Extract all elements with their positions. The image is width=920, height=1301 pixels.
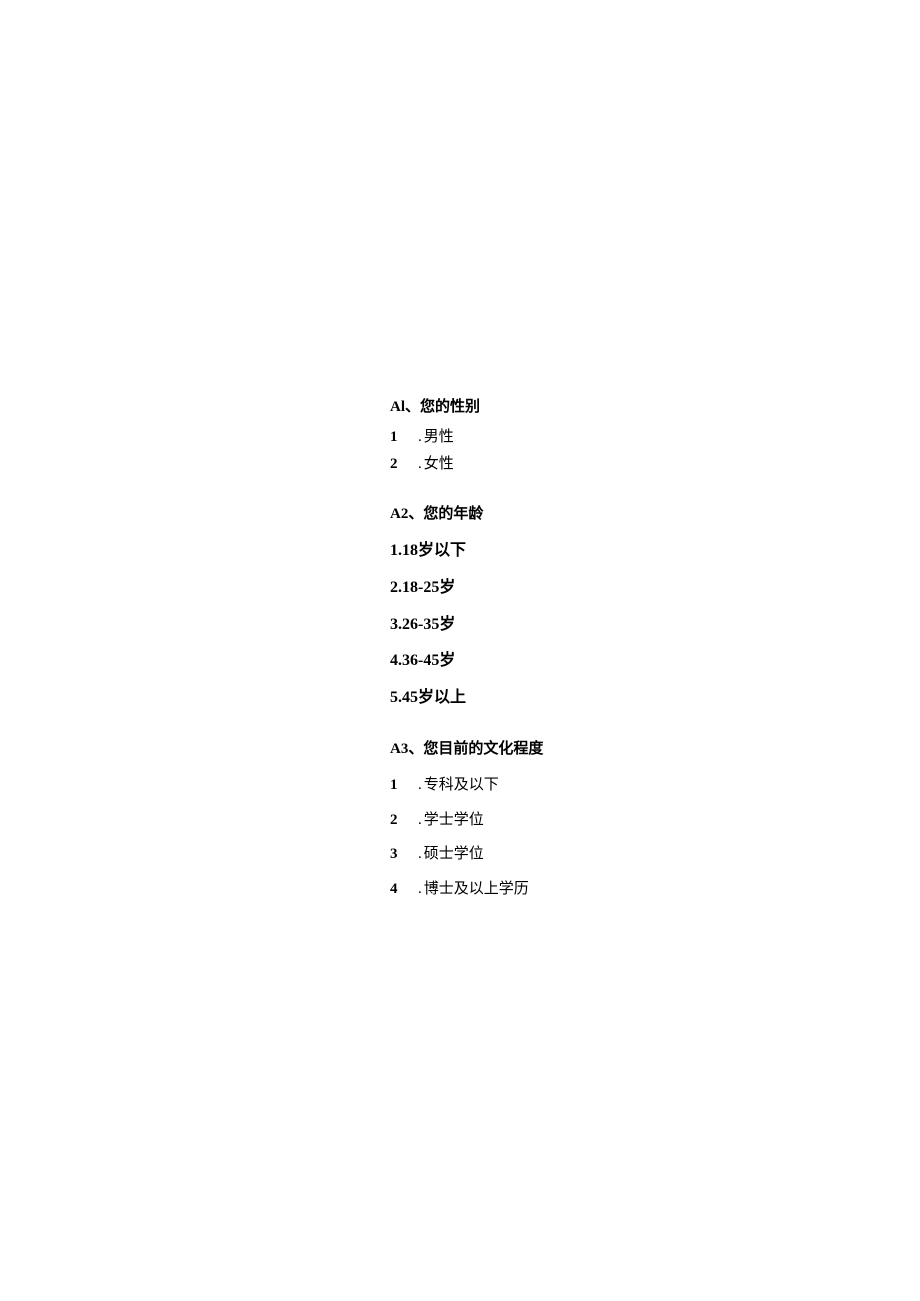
option-row: 5.45岁以上 xyxy=(390,680,920,717)
option-row: 3.26-35岁 xyxy=(390,607,920,644)
option-text: 1.18岁以下 xyxy=(390,533,466,570)
option-text: 3.26-35岁 xyxy=(390,607,455,644)
option-number: 4 xyxy=(390,872,404,907)
prompt-a1: Al、您的性别 xyxy=(390,395,920,421)
option-dot: . xyxy=(418,451,422,478)
option-number: 1 xyxy=(390,424,404,451)
option-label: 学士学位 xyxy=(424,803,484,838)
question-a3: A3、您目前的文化程度 1 . 专科及以下 2 . 学士学位 3 . 硕士学位 … xyxy=(390,737,920,907)
option-number: 3 xyxy=(390,837,404,872)
option-row: 2.18-25岁 xyxy=(390,570,920,607)
option-label: 女性 xyxy=(424,451,454,478)
option-label: 硕士学位 xyxy=(424,837,484,872)
options-a3: 1 . 专科及以下 2 . 学士学位 3 . 硕士学位 4 . 博士及以上学历 xyxy=(390,768,920,906)
option-dot: . xyxy=(418,803,422,838)
option-row: 4 . 博士及以上学历 xyxy=(390,872,920,907)
option-row: 2 . 女性 xyxy=(390,451,920,478)
options-a1: 1 . 男性 2 . 女性 xyxy=(390,424,920,478)
option-row: 4.36-45岁 xyxy=(390,643,920,680)
option-row: 1.18岁以下 xyxy=(390,533,920,570)
option-row: 2 . 学士学位 xyxy=(390,803,920,838)
option-row: 1 . 专科及以下 xyxy=(390,768,920,803)
prompt-a2: A2、您的年龄 xyxy=(390,502,920,528)
option-row: 3 . 硕士学位 xyxy=(390,837,920,872)
option-number: 2 xyxy=(390,451,404,478)
option-number: 1 xyxy=(390,768,404,803)
option-text: 5.45岁以上 xyxy=(390,680,466,717)
question-a1: Al、您的性别 1 . 男性 2 . 女性 xyxy=(390,395,920,478)
option-label: 专科及以下 xyxy=(424,768,499,803)
option-label: 男性 xyxy=(424,424,454,451)
prompt-a3: A3、您目前的文化程度 xyxy=(390,737,920,763)
option-number: 2 xyxy=(390,803,404,838)
option-label: 博士及以上学历 xyxy=(424,872,529,907)
option-dot: . xyxy=(418,768,422,803)
option-row: 1 . 男性 xyxy=(390,424,920,451)
option-dot: . xyxy=(418,872,422,907)
option-dot: . xyxy=(418,837,422,872)
option-dot: . xyxy=(418,424,422,451)
option-text: 4.36-45岁 xyxy=(390,643,455,680)
question-a2: A2、您的年龄 1.18岁以下 2.18-25岁 3.26-35岁 4.36-4… xyxy=(390,502,920,717)
options-a2: 1.18岁以下 2.18-25岁 3.26-35岁 4.36-45岁 5.45岁… xyxy=(390,533,920,717)
option-text: 2.18-25岁 xyxy=(390,570,455,607)
